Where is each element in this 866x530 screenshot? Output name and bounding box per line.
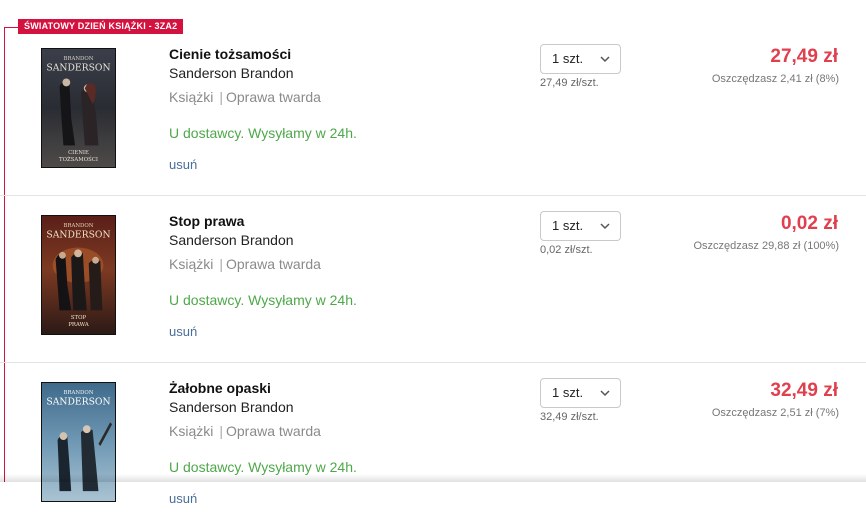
book-cover-image[interactable]: BRANDON SANDERSON CIENIE TOŻSAMOŚCI	[41, 48, 116, 168]
savings-text: Oszczędzasz 29,88 zł (100%)	[693, 240, 839, 252]
item-price: 0,02 zł	[780, 213, 838, 234]
item-price: 32,49 zł	[770, 380, 838, 401]
availability-status: U dostawcy. Wysyłamy w 24h.	[169, 459, 357, 475]
cover-title-2: TOŻSAMOŚCI	[59, 155, 98, 163]
chevron-down-icon	[600, 56, 610, 63]
meta-separator: |	[219, 256, 223, 272]
savings-text: Oszczędzasz 2,51 zł (7%)	[711, 407, 839, 419]
book-cover-image[interactable]: BRANDON SANDERSON STOP PRAWA	[41, 215, 116, 335]
book-title[interactable]: Cienie tożsamości	[169, 46, 291, 62]
unit-price: 32,49 zł/szt.	[540, 411, 599, 423]
cover-author-first: BRANDON	[64, 223, 94, 229]
book-title[interactable]: Stop prawa	[169, 213, 244, 229]
book-meta: Książki | Oprawa twarda	[169, 423, 321, 439]
cover-title-1: CIENIE	[68, 150, 89, 156]
quantity-value: 1 szt.	[552, 385, 584, 400]
quantity-value: 1 szt.	[552, 218, 584, 233]
cover-author-first: BRANDON	[64, 56, 94, 62]
cart-item: BRANDON SANDERSON STOP PRAWA Stop prawa …	[0, 196, 866, 363]
remove-item-link[interactable]: usuń	[169, 491, 197, 506]
book-meta: Książki | Oprawa twarda	[169, 89, 321, 105]
meta-separator: |	[219, 423, 223, 439]
book-author[interactable]: Sanderson Brandon	[169, 399, 294, 415]
quantity-select[interactable]: 1 szt.	[540, 378, 621, 408]
quantity-select[interactable]: 1 szt.	[540, 211, 621, 241]
meta-separator: |	[219, 89, 223, 105]
cart-item: BRANDON SANDERSON CIENIE TOŻSAMOŚCI Cien…	[0, 29, 866, 196]
remove-item-link[interactable]: usuń	[169, 324, 197, 339]
book-binding: Oprawa twarda	[226, 423, 321, 439]
cover-author-last: SANDERSON	[46, 230, 110, 241]
item-price: 27,49 zł	[770, 46, 838, 67]
chevron-down-icon	[600, 390, 610, 397]
remove-item-link[interactable]: usuń	[169, 157, 197, 172]
chevron-down-icon	[600, 223, 610, 230]
cart-list: BRANDON SANDERSON CIENIE TOŻSAMOŚCI Cien…	[0, 29, 866, 530]
book-meta: Książki | Oprawa twarda	[169, 256, 321, 272]
book-cover-image[interactable]: BRANDON SANDERSON	[41, 382, 116, 502]
unit-price: 0,02 zł/szt.	[540, 244, 593, 256]
savings-text: Oszczędzasz 2,41 zł (8%)	[711, 73, 839, 85]
book-category: Książki	[169, 89, 214, 105]
cart-item: BRANDON SANDERSON Żałobne opaski Sanders…	[0, 363, 866, 530]
quantity-select[interactable]: 1 szt.	[540, 44, 621, 74]
book-binding: Oprawa twarda	[226, 89, 321, 105]
book-binding: Oprawa twarda	[226, 256, 321, 272]
quantity-value: 1 szt.	[552, 51, 584, 66]
book-author[interactable]: Sanderson Brandon	[169, 65, 294, 81]
cover-author-last: SANDERSON	[46, 63, 110, 74]
book-author[interactable]: Sanderson Brandon	[169, 232, 294, 248]
unit-price: 27,49 zł/szt.	[540, 77, 599, 89]
availability-status: U dostawcy. Wysyłamy w 24h.	[169, 125, 357, 141]
book-title[interactable]: Żałobne opaski	[169, 380, 271, 396]
cover-author-last: SANDERSON	[46, 397, 110, 408]
cover-title-2: PRAWA	[68, 322, 88, 328]
cover-author-first: BRANDON	[64, 390, 94, 396]
book-category: Książki	[169, 256, 214, 272]
availability-status: U dostawcy. Wysyłamy w 24h.	[169, 292, 357, 308]
viewport-bottom-shadow	[0, 474, 866, 482]
book-category: Książki	[169, 423, 214, 439]
cover-title-1: STOP	[71, 315, 87, 321]
